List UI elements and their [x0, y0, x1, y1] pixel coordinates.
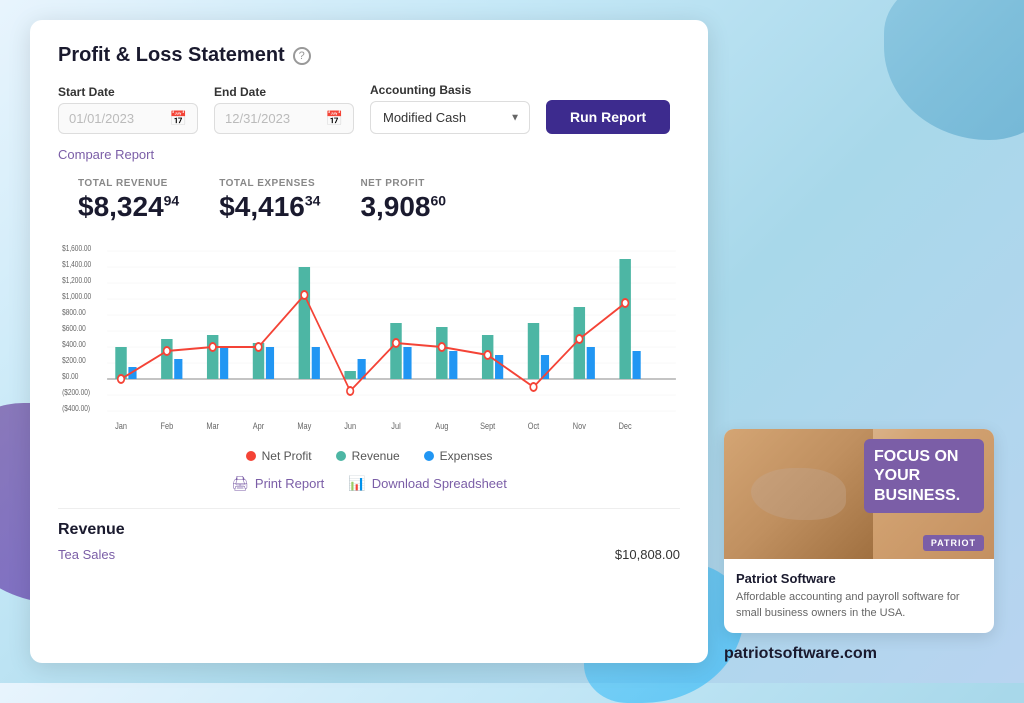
svg-text:Jan: Jan [115, 421, 127, 431]
svg-text:Aug: Aug [435, 421, 448, 431]
download-spreadsheet-label: Download Spreadsheet [372, 476, 507, 491]
svg-text:$0.00: $0.00 [62, 371, 78, 381]
svg-text:Jun: Jun [344, 421, 356, 431]
print-report-link[interactable]: 🖨 Print Report [231, 475, 324, 492]
end-date-group: End Date 12/31/2023 📅 [214, 85, 354, 134]
total-revenue-metric: TOTAL REVENUE $8,32494 [78, 178, 179, 223]
expenses-dot [424, 451, 434, 461]
start-date-group: Start Date 01/01/2023 📅 [58, 85, 198, 134]
ad-brand-badge: PATRIOT [923, 535, 984, 551]
accounting-basis-select[interactable]: Modified Cash Cash Accrual [370, 101, 530, 134]
legend-net-profit: Net Profit [246, 449, 312, 463]
ad-content: Patriot Software Affordable accounting a… [724, 559, 994, 633]
end-date-label: End Date [214, 85, 354, 99]
svg-text:Nov: Nov [573, 421, 587, 431]
start-date-input-wrap[interactable]: 01/01/2023 📅 [58, 103, 198, 134]
legend-revenue-label: Revenue [352, 449, 400, 463]
accounting-basis-label: Accounting Basis [370, 83, 530, 97]
run-report-button[interactable]: Run Report [546, 100, 670, 134]
sidebar-right: FOCUS ON YOUR BUSINESS. PATRIOT Patriot … [724, 20, 994, 663]
revenue-row: Tea Sales $10,808.00 [58, 547, 680, 562]
main-card: Profit & Loss Statement ? Start Date 01/… [30, 20, 708, 663]
ad-company-name: Patriot Software [736, 571, 982, 586]
net-profit-metric: NET PROFIT 3,90860 [360, 178, 446, 223]
ad-image: FOCUS ON YOUR BUSINESS. PATRIOT [724, 429, 994, 559]
total-expenses-label: TOTAL EXPENSES [219, 178, 320, 189]
svg-text:$1,200.00: $1,200.00 [62, 275, 91, 285]
svg-text:Feb: Feb [161, 421, 174, 431]
revenue-dot [336, 451, 346, 461]
legend-net-profit-label: Net Profit [262, 449, 312, 463]
legend-expenses: Expenses [424, 449, 493, 463]
svg-text:Dec: Dec [619, 421, 632, 431]
svg-text:$1,600.00: $1,600.00 [62, 243, 91, 253]
total-expenses-value: $4,41634 [219, 191, 320, 223]
svg-text:$1,400.00: $1,400.00 [62, 259, 91, 269]
legend-revenue: Revenue [336, 449, 400, 463]
svg-text:Mar: Mar [206, 421, 219, 431]
net-profit-label: NET PROFIT [360, 178, 446, 189]
svg-text:Sept: Sept [480, 421, 496, 431]
svg-text:$200.00: $200.00 [62, 355, 86, 365]
start-date-label: Start Date [58, 85, 198, 99]
svg-text:Jul: Jul [391, 421, 401, 431]
total-expenses-metric: TOTAL EXPENSES $4,41634 [219, 178, 320, 223]
total-revenue-value: $8,32494 [78, 191, 179, 223]
download-spreadsheet-link[interactable]: 📊 Download Spreadsheet [348, 475, 507, 492]
net-profit-dot [246, 451, 256, 461]
legend-expenses-label: Expenses [440, 449, 493, 463]
accounting-basis-select-wrap: Modified Cash Cash Accrual ▼ [370, 101, 530, 134]
end-date-input-wrap[interactable]: 12/31/2023 📅 [214, 103, 354, 134]
svg-text:May: May [297, 421, 312, 431]
end-date-calendar-icon[interactable]: 📅 [326, 110, 343, 127]
download-icon: 📊 [348, 475, 365, 492]
metrics-row: TOTAL REVENUE $8,32494 TOTAL EXPENSES $4… [58, 178, 680, 223]
main-container: Profit & Loss Statement ? Start Date 01/… [30, 20, 994, 663]
svg-text:Oct: Oct [528, 421, 540, 431]
svg-text:($200.00): ($200.00) [62, 387, 90, 397]
print-report-label: Print Report [255, 476, 324, 491]
chart-legend: Net Profit Revenue Expenses [58, 449, 680, 463]
end-date-value: 12/31/2023 [225, 111, 318, 126]
revenue-section-title: Revenue [58, 508, 680, 539]
ad-headline: FOCUS ON YOUR BUSINESS. [864, 439, 984, 513]
print-icon: 🖨 [231, 475, 249, 492]
tea-sales-link[interactable]: Tea Sales [58, 547, 115, 562]
svg-text:$600.00: $600.00 [62, 323, 86, 333]
compare-report-link[interactable]: Compare Report [58, 147, 154, 162]
start-date-value: 01/01/2023 [69, 111, 162, 126]
svg-text:$800.00: $800.00 [62, 307, 86, 317]
svg-text:Apr: Apr [253, 421, 265, 431]
accounting-basis-group: Accounting Basis Modified Cash Cash Accr… [370, 83, 530, 134]
card-header: Profit & Loss Statement ? [58, 44, 680, 67]
ad-card: FOCUS ON YOUR BUSINESS. PATRIOT Patriot … [724, 429, 994, 633]
site-url: patriotsoftware.com [724, 645, 994, 663]
chart-svg: $1,600.00 $1,400.00 $1,200.00 $1,000.00 … [58, 239, 680, 439]
ad-description: Affordable accounting and payroll softwa… [736, 590, 982, 621]
total-revenue-label: TOTAL REVENUE [78, 178, 179, 189]
svg-text:$400.00: $400.00 [62, 339, 86, 349]
start-date-calendar-icon[interactable]: 📅 [170, 110, 187, 127]
card-title: Profit & Loss Statement [58, 44, 285, 67]
svg-text:$1,000.00: $1,000.00 [62, 291, 91, 301]
svg-text:($400.00): ($400.00) [62, 403, 90, 413]
form-row: Start Date 01/01/2023 📅 End Date 12/31/2… [58, 83, 680, 134]
chart-container: $1,600.00 $1,400.00 $1,200.00 $1,000.00 … [58, 239, 680, 439]
net-profit-value: 3,90860 [360, 191, 446, 223]
info-icon[interactable]: ? [293, 47, 311, 65]
chart-actions: 🖨 Print Report 📊 Download Spreadsheet [58, 475, 680, 492]
tea-sales-amount: $10,808.00 [615, 547, 680, 562]
